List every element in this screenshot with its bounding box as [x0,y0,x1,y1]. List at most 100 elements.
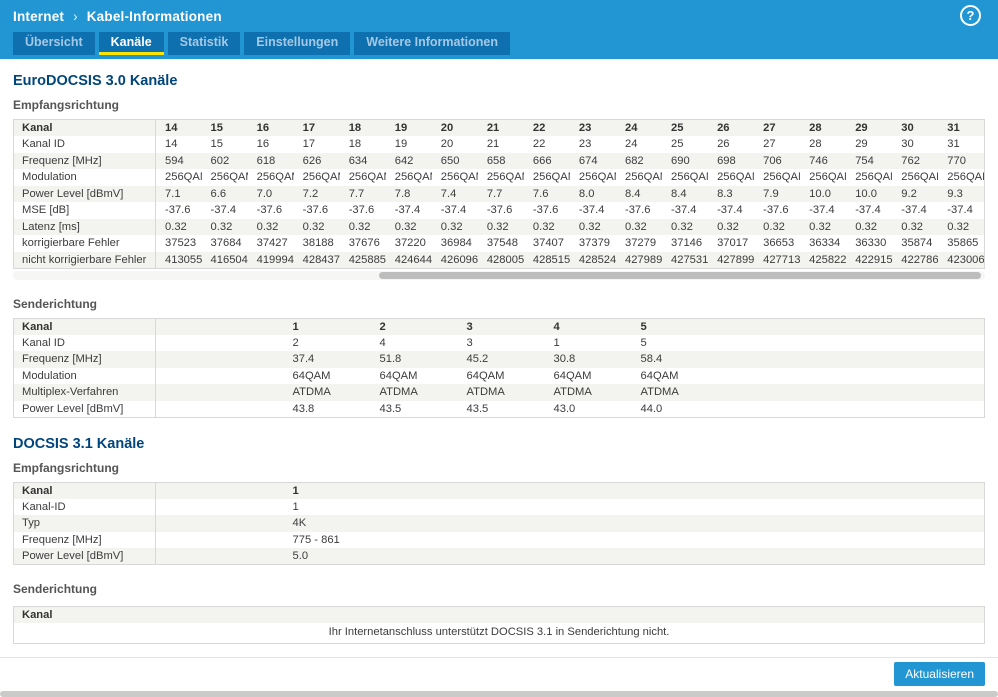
value-cell: 770 [947,154,966,167]
value-cell: 19 [394,122,408,134]
value-cell: 762 [901,154,920,167]
table-row: Frequenz [MHz] 594 602 618 626 634 642 650 658 66… [13,152,985,169]
value-cell: -37.6 [763,204,789,217]
value-cell: 642 [394,154,414,167]
value-cell: 256QAM [855,171,892,184]
value-cell: 0.32 [210,220,233,233]
filler-cell [371,499,985,516]
value-cell: 30.8 [553,353,576,366]
row-label: Multiplex-Verfahren [13,384,156,401]
value-cell: 37017 [717,237,749,250]
value-cell: 43.5 [466,402,489,415]
value-cell: 419994 [256,253,294,266]
value-cell: 37523 [165,237,197,250]
row-label: Kanal [13,482,156,499]
value-cell: 16 [256,138,270,151]
row-label: Kanal [13,318,156,335]
value-cell: 7.8 [394,187,411,200]
horizontal-scrollbar[interactable] [13,270,985,280]
spacer-cell [156,384,284,401]
value-cell: 5.0 [292,550,309,562]
value-cell: -37.4 [578,204,605,217]
value-cell: 64QAM [553,369,592,382]
bottom-scrollbar[interactable] [0,691,998,697]
value-cell: ATDMA [553,386,592,399]
breadcrumb: Internet › Kabel-Informationen [13,9,222,24]
value-cell: 7.7 [348,187,365,200]
table-row: Kanal ID 14 15 16 17 18 19 20 21 22 23 24 25 26 27 28 29… [13,136,985,153]
section-title-docsis31: DOCSIS 3.1 Kanäle [13,435,145,452]
value-cell: 618 [256,154,276,167]
filler-cell [371,515,985,532]
value-cell: 5 [640,320,647,333]
value-cell: 14 [165,122,178,134]
spacer-cell [156,515,284,532]
row-label: nicht korrigierbare Fehler [13,251,156,268]
table-row: MSE [dB] -37.6 -37.4 -37.6 -37.6 -37.6 -37.4 -3… [13,202,985,219]
value-cell: -37.6 [348,204,375,217]
value-cell: 0.32 [486,220,509,233]
tab-bar: Übersicht Kanäle Statistik Einstellungen… [0,32,998,59]
value-cell: ATDMA [466,386,505,399]
spacer-cell [156,401,284,418]
value-cell: -37.6 [624,204,651,217]
value-cell: 0.32 [763,220,785,233]
breadcrumb-parent[interactable]: Internet [13,9,64,24]
value-cell: 35874 [901,237,933,250]
chevron-right-icon: › [73,8,78,24]
value-cell: 26 [717,122,730,134]
data-table: Kanal Ihr Internetanschluss unterstützt D… [13,606,985,644]
value-cell: 256QAM [440,171,478,184]
value-cell: -37.4 [855,204,881,217]
value-cell: 0.32 [302,220,325,233]
value-cell: 8.4 [671,187,687,200]
filler-cell [719,384,985,401]
value-cell: 698 [717,154,736,167]
value-cell: 428437 [302,253,340,266]
data-table: Kanal 14 15 16 17 18 19 20 21 22 23 24 25 26 27 28 29 30 3… [13,119,985,269]
value-cell: 256QAM [256,171,294,184]
tab-statistik[interactable]: Statistik [167,32,241,55]
row-label: Frequenz [MHz] [13,531,156,548]
value-cell: 0.32 [532,220,555,233]
value-cell: 64QAM [640,369,679,382]
filler-cell [371,548,985,565]
subheading-empfangsrichtung-30: Empfangsrichtung [13,98,120,112]
value-cell: 666 [532,154,552,167]
refresh-button[interactable]: Aktualisieren [894,662,985,686]
table-row: Frequenz [MHz] 37.4 51.8 45.2 30.8 58.4 [13,351,985,368]
help-icon[interactable]: ? [960,5,981,26]
tab-uebersicht[interactable]: Übersicht [13,32,95,55]
value-cell: 413055 [165,253,202,266]
value-cell: 634 [348,154,368,167]
value-cell: 424644 [394,253,432,266]
table-header-label: Kanal [22,609,53,621]
value-cell: ATDMA [292,386,331,399]
tab-weitere-informationen[interactable]: Weitere Informationen [354,32,510,55]
tab-kanaele[interactable]: Kanäle [98,32,164,55]
value-cell: 626 [302,154,322,167]
value-cell: 658 [486,154,506,167]
value-cell: 7.4 [440,187,457,200]
value-cell: 35865 [947,237,979,250]
page: Internet › Kabel-Informationen ? Übersic… [0,0,998,697]
value-cell: 10.0 [855,187,877,200]
value-cell: 256QAM [165,171,202,184]
tab-einstellungen[interactable]: Einstellungen [244,32,351,55]
value-cell: 37684 [210,237,242,250]
value-cell: 0.32 [394,220,417,233]
value-cell: -37.4 [947,204,973,217]
value-cell: 427989 [624,253,663,266]
value-cell: 28 [809,122,822,134]
value-cell: 36984 [440,237,472,250]
value-cell: -37.6 [256,204,283,217]
spacer-cell [156,548,284,565]
eurodocsis30-empfang-table: Kanal 14 15 16 17 18 19 20 21 22 23 24 25 26 27 28 29 30 3… [13,119,985,269]
value-cell: 427713 [763,253,801,266]
value-cell: 256QAM [624,171,662,184]
scrollbar-thumb[interactable] [379,271,982,279]
value-cell: 3 [466,320,473,333]
value-cell: 4K [292,517,307,530]
value-cell: 37.4 [292,353,315,366]
table-row: Multiplex-Verfahren ATDMA ATDMA ATDMA ATDMA A… [13,384,985,401]
